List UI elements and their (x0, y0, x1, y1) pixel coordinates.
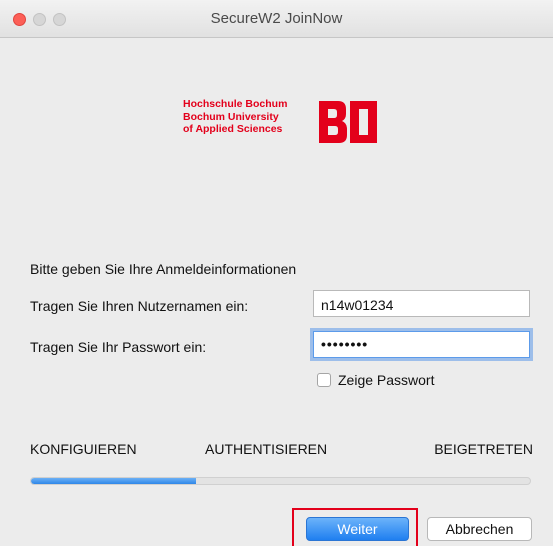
step-authenticate: AUTHENTISIEREN (205, 441, 328, 457)
cancel-button[interactable]: Abbrechen (427, 517, 532, 541)
window-titlebar: SecureW2 JoinNow (0, 0, 553, 38)
window-title: SecureW2 JoinNow (210, 10, 343, 27)
next-button[interactable]: Weiter (306, 517, 409, 541)
progress-bar (30, 477, 531, 485)
logo-line-3: of Applied Sciences (183, 123, 283, 135)
logo-text: Hochschule Bochum Bochum University of A… (183, 98, 287, 136)
password-label: Tragen Sie Ihr Passwort ein: (30, 339, 207, 355)
show-password-checkbox[interactable] (317, 373, 331, 387)
logo-line-2: Bochum University (183, 110, 279, 123)
credentials-prompt: Bitte geben Sie Ihre Anmeldeinformatione… (30, 261, 297, 277)
password-input[interactable]: •••••••• (313, 331, 530, 358)
username-label: Tragen Sie Ihren Nutzernamen ein: (30, 298, 249, 314)
username-input[interactable]: n14w01234 (313, 290, 530, 317)
show-password-label: Zeige Passwort (338, 372, 435, 388)
step-configure: KONFIGUIEREN (30, 441, 137, 457)
step-joined: BEIGETRETEN (434, 441, 533, 457)
bo-logo-icon (319, 101, 377, 143)
university-logo: Hochschule Bochum Bochum University of A… (183, 97, 383, 149)
show-password-option[interactable]: Zeige Passwort (317, 370, 434, 390)
progress-fill (31, 478, 196, 484)
logo-line-1: Hochschule Bochum (183, 98, 288, 110)
